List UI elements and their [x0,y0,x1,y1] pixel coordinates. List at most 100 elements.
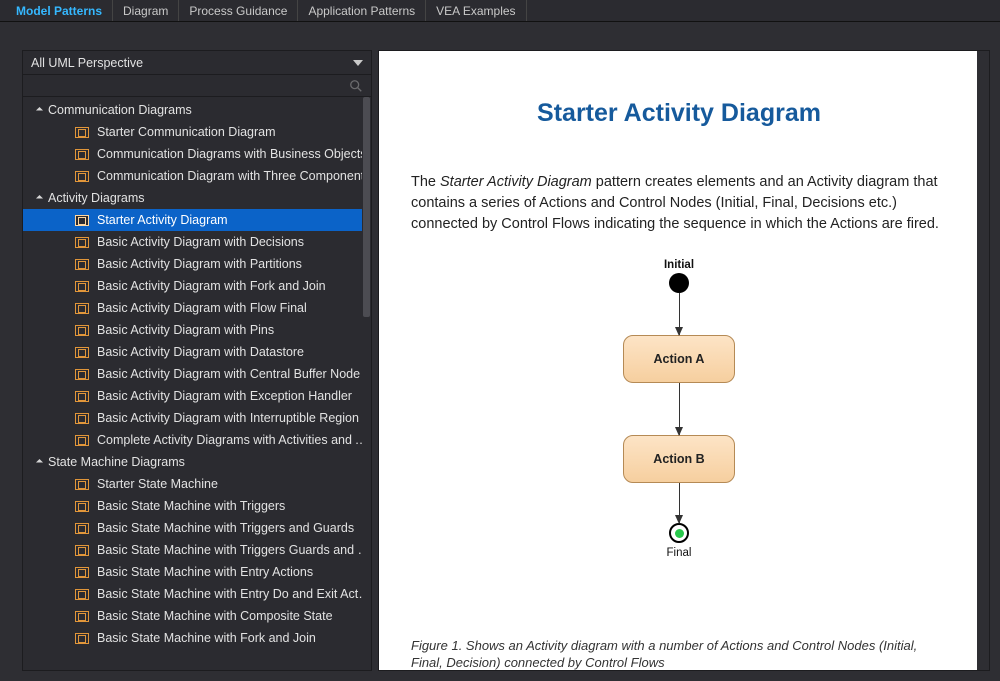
item-label: Basic State Machine with Triggers Guards… [97,543,371,557]
tree-item[interactable]: Basic State Machine with Entry Do and Ex… [23,583,371,605]
tree-item[interactable]: Starter Communication Diagram [23,121,371,143]
flow-arrow-icon [679,383,680,435]
item-label: Communication Diagram with Three Compone… [97,169,371,183]
diagram-icon [75,127,89,138]
diagram-icon [75,545,89,556]
item-label: Starter Communication Diagram [97,125,276,139]
tree-item[interactable]: Basic State Machine with Triggers and Gu… [23,517,371,539]
diagram-icon [75,259,89,270]
item-label: Basic State Machine with Entry Do and Ex… [97,587,371,601]
tree-item[interactable]: Basic State Machine with Entry Actions [23,561,371,583]
tab-vea-examples[interactable]: VEA Examples [426,0,526,21]
flow-arrow-icon [679,483,680,523]
tree-item[interactable]: Basic State Machine with Composite State [23,605,371,627]
tab-process-guidance[interactable]: Process Guidance [179,0,298,21]
diagram-icon [75,171,89,182]
tree-item[interactable]: Basic State Machine with Triggers Guards… [23,539,371,561]
tree-group-state-machine-diagrams[interactable]: State Machine Diagrams [23,451,371,473]
item-label: Basic Activity Diagram with Exception Ha… [97,389,352,403]
diagram-icon [75,347,89,358]
tree-item[interactable]: Basic Activity Diagram with Partitions [23,253,371,275]
diagram-icon [75,633,89,644]
tree-item-selected[interactable]: Starter Activity Diagram [23,209,371,231]
diagram-icon [75,413,89,424]
patterns-sidebar: All UML Perspective Communication Diagra… [22,50,372,671]
tree-item[interactable]: Basic Activity Diagram with Exception Ha… [23,385,371,407]
tree-scrollbar-thumb[interactable] [363,97,370,317]
content-panel: Starter Activity Diagram The Starter Act… [378,50,990,671]
tree-item[interactable]: Basic Activity Diagram with Flow Final [23,297,371,319]
tab-application-patterns[interactable]: Application Patterns [298,0,426,21]
item-label: Starter Activity Diagram [97,213,228,227]
item-label: Basic Activity Diagram with Flow Final [97,301,307,315]
final-label: Final [667,547,692,559]
diagram-icon [75,391,89,402]
activity-diagram-figure: Initial Action A Action B Final [411,259,947,559]
diagram-icon [75,567,89,578]
tree-group-communication-diagrams[interactable]: Communication Diagrams [23,99,371,121]
desc-prefix: The [411,174,440,190]
initial-label: Initial [664,259,694,271]
tree-item[interactable]: Communication Diagram with Three Compone… [23,165,371,187]
item-label: Basic Activity Diagram with Interruptibl… [97,411,359,425]
twisty-icon [36,106,43,113]
pattern-tree: Communication Diagrams Starter Communica… [23,97,371,670]
tree-item[interactable]: Basic Activity Diagram with Pins [23,319,371,341]
diagram-icon [75,325,89,336]
item-label: Basic Activity Diagram with Datastore [97,345,304,359]
twisty-icon [36,458,43,465]
diagram-icon [75,303,89,314]
item-label: Communication Diagrams with Business Obj… [97,147,367,161]
item-label: Basic Activity Diagram with Fork and Joi… [97,279,326,293]
perspective-dropdown[interactable]: All UML Perspective [23,51,371,75]
tree-group-activity-diagrams[interactable]: Activity Diagrams [23,187,371,209]
tree-scrollbar[interactable] [362,97,371,670]
final-node-icon [669,523,689,543]
item-label: Basic Activity Diagram with Decisions [97,235,304,249]
search-row [23,75,371,97]
action-node: Action B [623,435,735,483]
tree-item[interactable]: Basic State Machine with Triggers [23,495,371,517]
flow-arrow-icon [679,293,680,335]
item-label: Basic State Machine with Composite State [97,609,333,623]
diagram-icon [75,479,89,490]
tree-item[interactable]: Basic Activity Diagram with Interruptibl… [23,407,371,429]
tab-model-patterns[interactable]: Model Patterns [6,0,113,21]
tree-item[interactable]: Complete Activity Diagrams with Activiti… [23,429,371,451]
diagram-icon [75,501,89,512]
item-label: Basic State Machine with Triggers [97,499,285,513]
item-label: Basic State Machine with Entry Actions [97,565,313,579]
desc-em: Starter Activity Diagram [440,174,592,190]
tree-item[interactable]: Basic Activity Diagram with Central Buff… [23,363,371,385]
item-label: Basic Activity Diagram with Pins [97,323,274,337]
item-label: Basic State Machine with Triggers and Gu… [97,521,354,535]
group-label: Activity Diagrams [48,191,145,205]
diagram-icon [75,149,89,160]
initial-node-icon [669,273,689,293]
tree-item[interactable]: Basic State Machine with Fork and Join [23,627,371,649]
tree-item[interactable]: Starter State Machine [23,473,371,495]
pattern-description: The Starter Activity Diagram pattern cre… [411,172,947,235]
figure-caption: Figure 1. Shows an Activity diagram with… [411,637,937,671]
item-label: Starter State Machine [97,477,218,491]
diagram-icon [75,215,89,226]
chevron-down-icon [353,60,363,66]
diagram-icon [75,611,89,622]
item-label: Basic Activity Diagram with Central Buff… [97,367,360,381]
action-node: Action A [623,335,735,383]
tree-item[interactable]: Basic Activity Diagram with Decisions [23,231,371,253]
tree-item[interactable]: Basic Activity Diagram with Datastore [23,341,371,363]
tab-diagram[interactable]: Diagram [113,0,179,21]
item-label: Basic Activity Diagram with Partitions [97,257,302,271]
content-scrollbar[interactable] [977,51,989,670]
perspective-label: All UML Perspective [31,56,143,70]
diagram-icon [75,435,89,446]
diagram-icon [75,281,89,292]
diagram-icon [75,369,89,380]
diagram-icon [75,523,89,534]
diagram-icon [75,237,89,248]
search-icon[interactable] [349,79,363,93]
tree-item[interactable]: Basic Activity Diagram with Fork and Joi… [23,275,371,297]
group-label: Communication Diagrams [48,103,192,117]
tree-item[interactable]: Communication Diagrams with Business Obj… [23,143,371,165]
